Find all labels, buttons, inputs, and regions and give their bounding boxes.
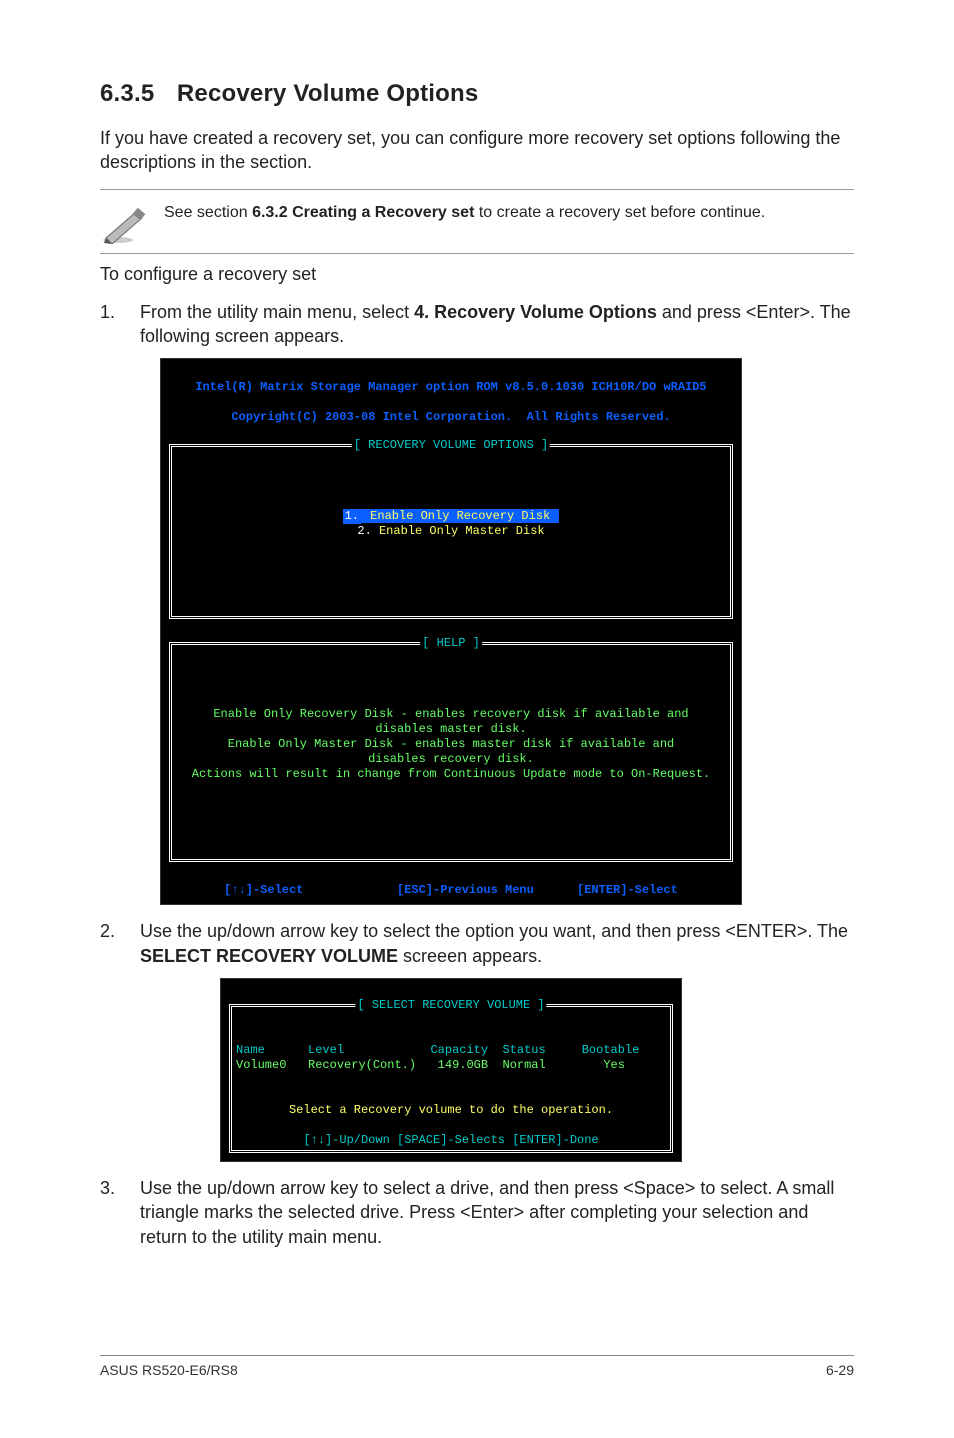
step-2-number: 2.	[100, 919, 140, 968]
step-2-post: screeen appears.	[398, 946, 542, 966]
bios1-opt2-num[interactable]: 2.	[357, 524, 371, 538]
help-line1: Enable Only Recovery Disk - enables reco…	[213, 707, 688, 721]
bios-screenshot-2: [ SELECT RECOVERY VOLUME ] Name Level Ca…	[220, 978, 682, 1162]
step-3-number: 3.	[100, 1176, 140, 1249]
step-1-number: 1.	[100, 300, 140, 349]
bios2-message: Select a Recovery volume to do the opera…	[236, 1103, 666, 1118]
step-2-pre: Use the up/down arrow key to select the …	[140, 921, 848, 941]
after-note-text: To configure a recovery set	[100, 262, 854, 286]
bios2-hdr-cap: Capacity	[430, 1043, 488, 1057]
bios2-row-status: Normal	[503, 1058, 546, 1072]
bios2-row-boot: Yes	[603, 1058, 625, 1072]
step-2-bold: SELECT RECOVERY VOLUME	[140, 946, 398, 966]
intro-paragraph: If you have created a recovery set, you …	[100, 126, 854, 175]
help-line4: disables recovery disk.	[368, 752, 534, 766]
bios2-hdr-boot: Bootable	[582, 1043, 640, 1057]
step-1-bold: 4. Recovery Volume Options	[414, 302, 657, 322]
help-line5: Actions will result in change from Conti…	[192, 767, 710, 781]
bios2-hdr-name: Name	[236, 1043, 265, 1057]
bios1-help-title: [ HELP ]	[420, 636, 482, 651]
step-2: 2. Use the up/down arrow key to select t…	[100, 919, 854, 968]
bios2-hdr-status: Status	[502, 1043, 545, 1057]
section-heading: 6.3.5 Recovery Volume Options	[100, 80, 854, 108]
note-pre: See section	[164, 204, 252, 221]
note-post: to create a recovery set before continue…	[474, 204, 765, 221]
bios1-opt2-label[interactable]: Enable Only Master Disk	[372, 524, 545, 538]
step-1-body: From the utility main menu, select 4. Re…	[140, 300, 854, 349]
note-text: See section 6.3.2 Creating a Recovery se…	[160, 196, 765, 228]
step-3: 3. Use the up/down arrow key to select a…	[100, 1176, 854, 1249]
page-footer: ASUS RS520-E6/RS8 6-29	[100, 1355, 854, 1378]
step-1: 1. From the utility main menu, select 4.…	[100, 300, 854, 349]
bios2-box-title: [ SELECT RECOVERY VOLUME ]	[355, 998, 546, 1013]
bios1-title-line2: Copyright(C) 2003-08 Intel Corporation. …	[167, 410, 735, 425]
footer-right: 6-29	[826, 1362, 854, 1378]
section-title-text: Recovery Volume Options	[177, 80, 479, 107]
bios2-row-name[interactable]: Volume0	[236, 1058, 286, 1072]
step-3-body: Use the up/down arrow key to select a dr…	[140, 1176, 854, 1249]
bios2-row-cap: 149.0GB	[438, 1058, 488, 1072]
bios2-bottom-bar: [↑↓]-Up/Down [SPACE]-Selects [ENTER]-Don…	[236, 1133, 666, 1148]
bios1-title-line1: Intel(R) Matrix Storage Manager option R…	[167, 380, 735, 395]
pencil-icon	[100, 196, 160, 249]
help-line3: Enable Only Master Disk - enables master…	[228, 737, 674, 751]
help-line2: disables master disk.	[375, 722, 526, 736]
bios-screenshot-1: Intel(R) Matrix Storage Manager option R…	[160, 358, 742, 905]
bios1-opt1-label[interactable]: Enable Only Recovery Disk	[361, 509, 559, 523]
bios1-bottom-bar: [↑↓]-Select [ESC]-Previous Menu [ENTER]-…	[167, 881, 735, 900]
bios1-opt1-num[interactable]: 1.	[343, 509, 361, 524]
step-1-pre: From the utility main menu, select	[140, 302, 414, 322]
footer-left: ASUS RS520-E6/RS8	[100, 1362, 238, 1378]
bios1-box-title: [ RECOVERY VOLUME OPTIONS ]	[352, 438, 550, 453]
bios2-hdr-level: Level	[308, 1043, 344, 1057]
note-bold: 6.3.2 Creating a Recovery set	[252, 204, 474, 221]
step-2-body: Use the up/down arrow key to select the …	[140, 919, 854, 968]
bios2-row-level: Recovery(Cont.)	[308, 1058, 416, 1072]
note-block: See section 6.3.2 Creating a Recovery se…	[100, 189, 854, 254]
section-number: 6.3.5	[100, 80, 170, 108]
